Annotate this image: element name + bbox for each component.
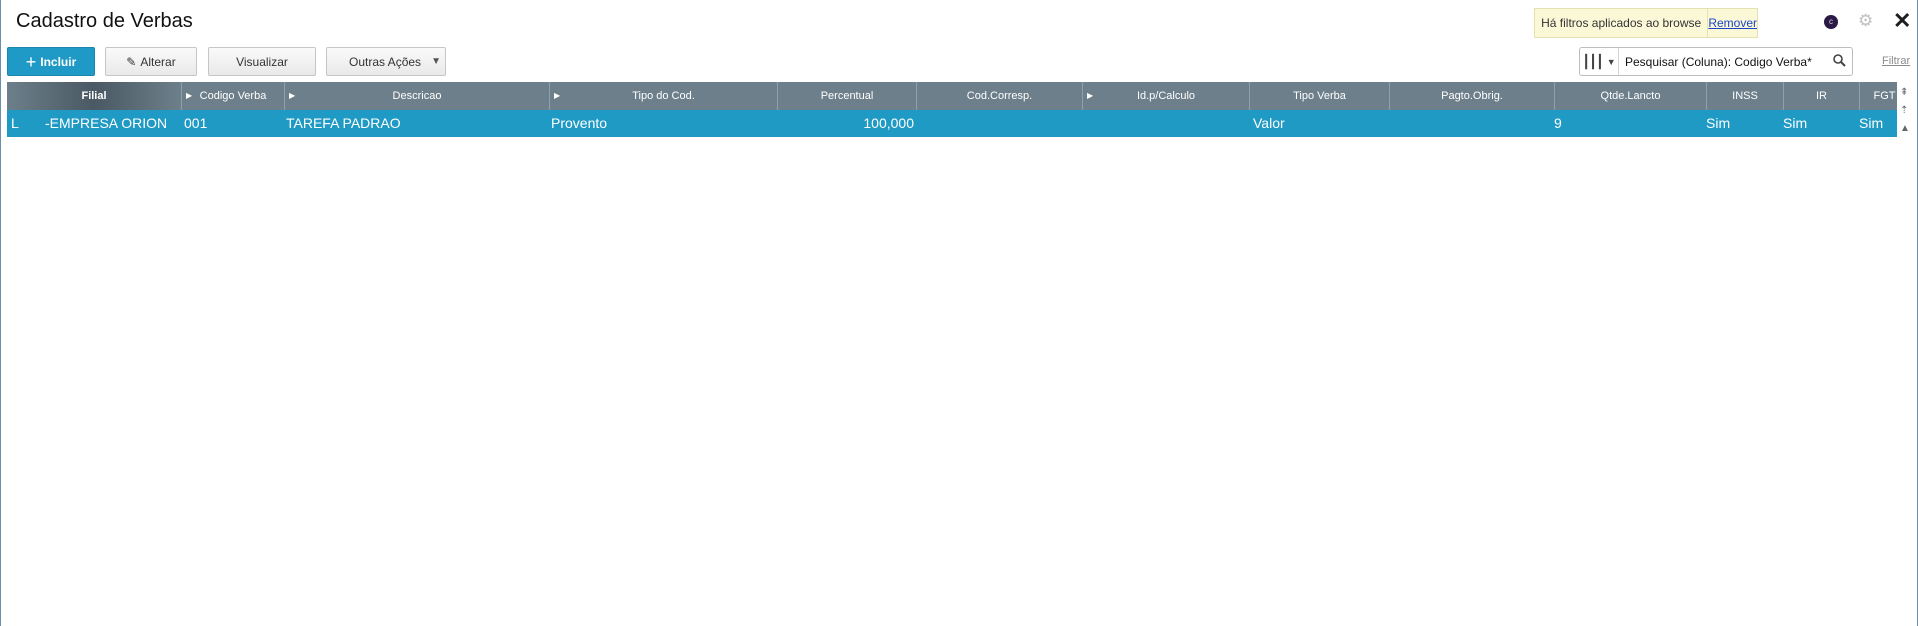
column-header-pagto-obrig[interactable]: Pagto.Obrig. xyxy=(1390,82,1555,110)
scroll-top-icon[interactable]: ⇞ xyxy=(1900,88,1908,98)
visualizar-label: Visualizar xyxy=(236,54,288,69)
expand-icon: ▶ xyxy=(289,91,296,100)
cell-descricao: TAREFA PADRAO xyxy=(286,115,401,131)
alterar-label: Alterar xyxy=(140,54,176,69)
page-title: Cadastro de Verbas xyxy=(16,10,193,32)
filtrar-link[interactable]: Filtrar xyxy=(1882,55,1910,67)
column-header-fgts[interactable]: FGT xyxy=(1860,82,1901,110)
column-header-descricao[interactable]: ▶ Descricao xyxy=(285,82,550,110)
cell-fgts: Sim xyxy=(1859,115,1884,131)
scroll-page-up-icon[interactable]: ⇡ xyxy=(1900,106,1908,116)
table-row[interactable]: L -EMPRESA ORION 001 TAREFA PADRAO Prove… xyxy=(7,110,1901,137)
pencil-icon: ✎ xyxy=(126,54,137,69)
data-grid: Filial ▶ Codigo Verba ▶ Descricao ▶ Tipo do… xyxy=(7,82,1901,626)
cell-tipo-verba: Valor xyxy=(1253,115,1285,131)
expand-icon: ▶ xyxy=(1087,91,1094,100)
column-header-tipo-do-cod[interactable]: ▶ Tipo do Cod. xyxy=(550,82,778,110)
column-header-cod-corresp[interactable]: Cod.Corresp. xyxy=(917,82,1083,110)
visualizar-button[interactable]: Visualizar xyxy=(208,47,316,76)
cell-tipo-do-cod: Provento xyxy=(551,115,608,131)
user-avatar-icon[interactable]: c xyxy=(1824,15,1838,29)
expand-icon: ▶ xyxy=(186,91,193,100)
column-header-tipo-verba[interactable]: Tipo Verba xyxy=(1250,82,1390,110)
search-icon[interactable] xyxy=(1826,53,1852,70)
column-header-id-calculo[interactable]: ▶ Id.p/Calculo xyxy=(1083,82,1250,110)
filter-notice-text: Há filtros aplicados ao browse xyxy=(1535,9,1709,37)
columns-icon: ┃┃┃ xyxy=(1582,53,1604,69)
expand-icon: ▶ xyxy=(554,91,561,100)
caret-down-icon: ▼ xyxy=(431,56,441,67)
incluir-button[interactable]: + Incluir xyxy=(7,47,95,76)
search-input[interactable] xyxy=(1619,53,1826,70)
incluir-label: Incluir xyxy=(40,54,77,69)
close-icon[interactable]: ✕ xyxy=(1893,9,1911,33)
grid-header: Filial ▶ Codigo Verba ▶ Descricao ▶ Tipo do… xyxy=(7,82,1901,110)
outras-acoes-label: Outras Ações xyxy=(349,54,422,69)
column-header-filial[interactable]: Filial xyxy=(7,82,182,110)
column-selector[interactable]: ┃┃┃ ▼ xyxy=(1580,48,1619,75)
cell-inss: Sim xyxy=(1706,115,1731,131)
vertical-scrollbar[interactable]: ⇞ ⇡ ▲ xyxy=(1897,82,1913,626)
alterar-button[interactable]: ✎ Alterar xyxy=(105,47,197,76)
column-header-inss[interactable]: INSS xyxy=(1707,82,1784,110)
cell-qtde-lancto: 9 xyxy=(1554,115,1562,131)
cell-ir: Sim xyxy=(1783,115,1808,131)
cell-percentual: 100,000 xyxy=(863,115,914,131)
gear-icon[interactable]: ⚙ xyxy=(1858,11,1873,31)
cell-filial-code: L xyxy=(11,115,19,131)
remove-filters-link[interactable]: Remover xyxy=(1708,16,1757,30)
cell-filial: -EMPRESA ORION xyxy=(45,115,168,131)
column-header-qtde-lancto[interactable]: Qtde.Lancto xyxy=(1555,82,1707,110)
column-header-ir[interactable]: IR xyxy=(1784,82,1860,110)
chevron-down-icon: ▼ xyxy=(1606,56,1616,67)
plus-icon: + xyxy=(25,51,37,72)
cell-codigo-verba: 001 xyxy=(184,115,208,131)
outras-acoes-button[interactable]: Outras Ações ▼ xyxy=(326,47,446,76)
column-header-codigo-verba[interactable]: ▶ Codigo Verba xyxy=(182,82,285,110)
search-box: ┃┃┃ ▼ xyxy=(1579,47,1853,76)
scroll-up-icon[interactable]: ▲ xyxy=(1900,124,1910,134)
filter-notice: Há filtros aplicados ao browse Remover xyxy=(1534,8,1758,38)
column-header-percentual[interactable]: Percentual xyxy=(778,82,917,110)
